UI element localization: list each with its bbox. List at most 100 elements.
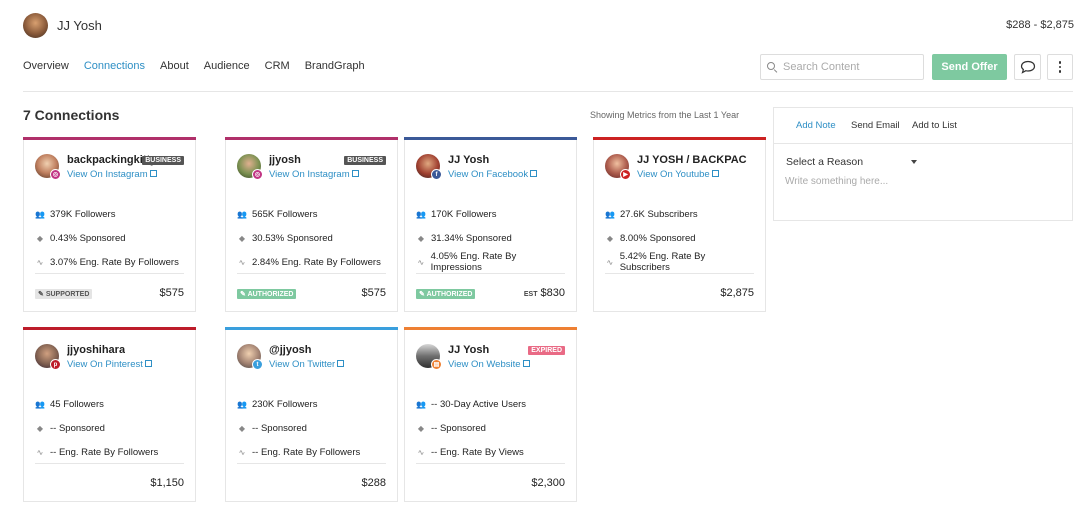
twitter-icon: t [252, 359, 263, 370]
sponsored-stat: ◆ -- Sponsored [35, 416, 184, 440]
account-name: JJ Yosh [448, 154, 490, 166]
tab-add-to-list[interactable]: Add to List [912, 120, 957, 131]
notes-panel: Add Note Send Email Add to List Select a… [773, 107, 1073, 221]
card-price: $2,875 [720, 287, 754, 299]
stat-value: 27.6K Subscribers [620, 208, 698, 220]
stat-value: 31.34% Sponsored [431, 232, 512, 244]
people-icon: 👥 [35, 399, 45, 409]
avatar[interactable] [23, 13, 48, 38]
tab-connections[interactable]: Connections [84, 60, 145, 72]
connection-card[interactable]: ◎ backpackingkitty BUSINESS View On Inst… [23, 137, 196, 312]
view-on-instagram-link[interactable]: View On Instagram [67, 169, 157, 180]
instagram-icon: ◎ [50, 169, 61, 180]
business-badge: BUSINESS [344, 156, 386, 165]
tab-overview[interactable]: Overview [23, 60, 69, 72]
status-label: AUTHORIZED [247, 291, 294, 298]
stat-value: -- Eng. Rate By Views [431, 446, 524, 458]
pinterest-icon: p [50, 359, 61, 370]
engagement-stat: ∿ 5.42% Eng. Rate By Subscribers [605, 250, 754, 274]
card-divider [35, 463, 184, 464]
card-accent-bar [225, 137, 398, 140]
price-range: $288 - $2,875 [1006, 19, 1074, 31]
stat-value: -- Eng. Rate By Followers [252, 446, 361, 458]
tab-crm[interactable]: CRM [265, 60, 290, 72]
stat-value: -- 30-Day Active Users [431, 398, 527, 410]
sponsored-stat: ◆ 31.34% Sponsored [416, 226, 565, 250]
sponsored-stat: ◆ -- Sponsored [237, 416, 386, 440]
people-icon: 👥 [416, 209, 426, 219]
tab-about[interactable]: About [160, 60, 189, 72]
search-icon [767, 62, 777, 72]
engagement-stat: ∿ -- Eng. Rate By Views [416, 440, 565, 464]
connection-card[interactable]: ▤ JJ Yosh EXPIRED View On Website 👥 -- 30… [404, 327, 577, 502]
pulse-icon: ∿ [36, 257, 44, 267]
status-badge: ✎ SUPPORTED [35, 289, 93, 299]
followers-stat: 👥 170K Followers [416, 202, 565, 226]
connection-card[interactable]: ▶ JJ YOSH / BACKPAC... View On Youtube 👥… [593, 137, 766, 312]
engagement-stat: ∿ 2.84% Eng. Rate By Followers [237, 250, 386, 274]
link-label: View On Facebook [448, 169, 529, 180]
card-divider [35, 273, 184, 274]
search-input[interactable] [783, 61, 913, 73]
tag-icon: ◆ [606, 233, 614, 243]
stat-value: 565K Followers [252, 208, 318, 220]
note-input[interactable] [785, 176, 1055, 194]
connection-card[interactable]: t @jjyosh View On Twitter 👥 230K Follower… [225, 327, 398, 502]
send-offer-button[interactable]: Send Offer [932, 54, 1007, 80]
connection-card[interactable]: ◎ jjyosh BUSINESS View On Instagram 👥 565… [225, 137, 398, 312]
tag-icon: ◆ [417, 233, 425, 243]
stat-value: 230K Followers [252, 398, 318, 410]
metrics-note: Showing Metrics from the Last 1 Year [590, 110, 740, 120]
card-accent-bar [404, 137, 577, 140]
tab-add-note[interactable]: Add Note [796, 120, 836, 131]
website-icon: ▤ [431, 359, 442, 370]
tab-audience[interactable]: Audience [204, 60, 250, 72]
stat-value: 379K Followers [50, 208, 116, 220]
stat-value: 8.00% Sponsored [620, 232, 696, 244]
reason-select[interactable]: Select a Reason [786, 156, 863, 168]
connection-card[interactable]: p jjyoshihara View On Pinterest 👥 45 Foll… [23, 327, 196, 502]
panel-tabs: Add Note Send Email Add to List [774, 108, 1072, 144]
link-label: View On Website [448, 359, 521, 370]
view-on-instagram-link[interactable]: View On Instagram [269, 169, 359, 180]
link-label: View On Instagram [269, 169, 350, 180]
view-on-pinterest-link[interactable]: View On Pinterest [67, 359, 152, 370]
view-on-twitter-link[interactable]: View On Twitter [269, 359, 345, 370]
tag-icon: ◆ [36, 423, 44, 433]
search-box [760, 54, 924, 80]
tag-icon: ◆ [238, 233, 246, 243]
account-name: JJ YOSH / BACKPAC... [637, 154, 747, 166]
card-divider [416, 463, 565, 464]
card-accent-bar [404, 327, 577, 330]
view-on-facebook-link[interactable]: View On Facebook [448, 169, 538, 180]
price-value: $830 [540, 287, 565, 299]
external-link-icon [711, 170, 719, 177]
card-accent-bar [23, 137, 196, 140]
external-link-icon [144, 360, 152, 367]
pulse-icon: ∿ [238, 447, 246, 457]
card-price: $575 [159, 287, 184, 299]
stat-value: -- Eng. Rate By Followers [50, 446, 159, 458]
subscribers-stat: 👥 27.6K Subscribers [605, 202, 754, 226]
people-icon: 👥 [35, 209, 45, 219]
followers-stat: 👥 379K Followers [35, 202, 184, 226]
sponsored-stat: ◆ -- Sponsored [416, 416, 565, 440]
more-options-button[interactable] [1047, 54, 1073, 80]
card-divider [605, 273, 754, 274]
stat-value: -- Sponsored [252, 422, 307, 434]
connection-card[interactable]: f JJ Yosh View On Facebook 👥 170K Followe… [404, 137, 577, 312]
youtube-icon: ▶ [620, 169, 631, 180]
view-on-youtube-link[interactable]: View On Youtube [637, 169, 719, 180]
tab-brandgraph[interactable]: BrandGraph [305, 60, 365, 72]
tab-send-email[interactable]: Send Email [851, 120, 900, 131]
estimate-label: EST [523, 291, 538, 298]
account-name: jjyoshihara [67, 344, 126, 356]
card-divider [416, 273, 565, 274]
account-name: JJ Yosh [448, 344, 490, 356]
view-on-website-link[interactable]: View On Website [448, 359, 530, 370]
chevron-down-icon[interactable] [911, 160, 917, 164]
engagement-stat: ∿ 3.07% Eng. Rate By Followers [35, 250, 184, 274]
active-users-stat: 👥 -- 30-Day Active Users [416, 392, 565, 416]
message-button[interactable] [1014, 54, 1041, 80]
link-label: View On Twitter [269, 359, 336, 370]
